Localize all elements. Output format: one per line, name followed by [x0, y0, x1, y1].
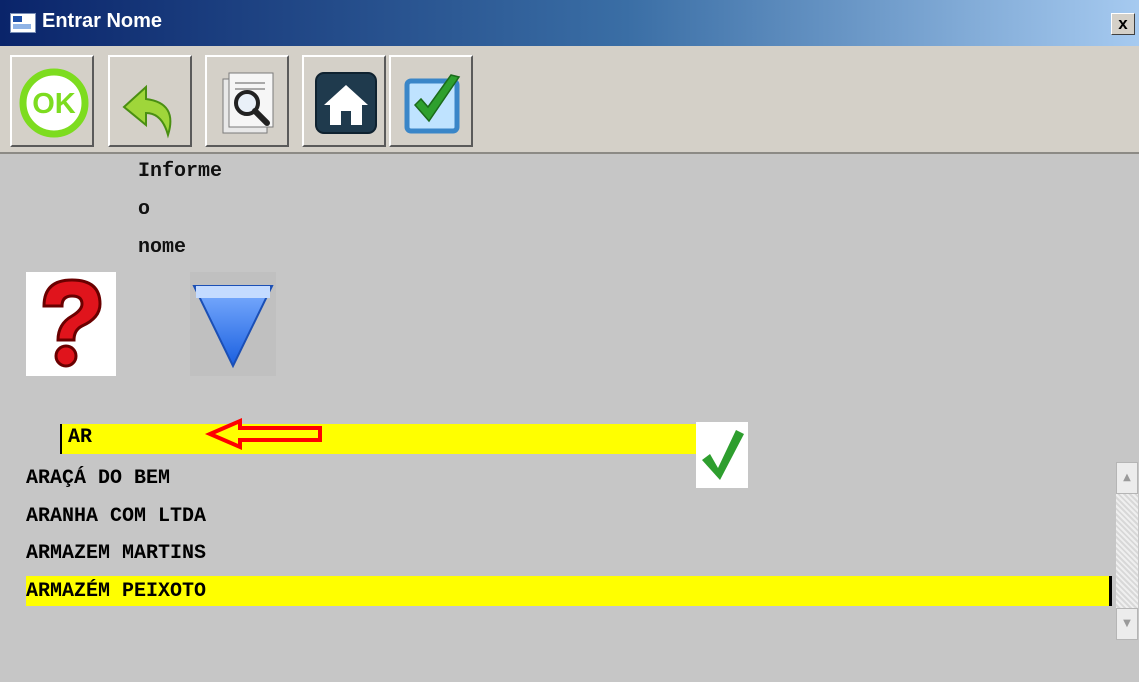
window-title: Entrar Nome	[42, 10, 163, 32]
list-item[interactable]: ARAÇÁ DO BEM	[26, 467, 170, 490]
back-button[interactable]	[108, 55, 192, 147]
scroll-down-button[interactable]: ▼	[1116, 608, 1138, 640]
prompt-line-2: o	[138, 198, 151, 221]
red-arrow-icon	[204, 417, 322, 451]
help-button[interactable]	[26, 272, 116, 376]
home-icon	[315, 72, 377, 134]
list-item[interactable]: ARMAZEM MARTINS	[26, 542, 206, 565]
search-button[interactable]	[205, 55, 289, 147]
confirm-check[interactable]	[696, 422, 748, 488]
prompt-line-1: Informe	[138, 160, 223, 183]
question-mark-icon	[42, 278, 102, 368]
scrollbar[interactable]: ▲ ▼	[1116, 462, 1138, 640]
ok-button[interactable]: OK	[10, 55, 94, 147]
svg-text:OK: OK	[32, 88, 76, 120]
list-item[interactable]: ARANHA COM LTDA	[26, 505, 206, 528]
search-document-icon	[222, 72, 274, 134]
green-check-icon	[702, 430, 744, 480]
name-input-value: AR	[68, 426, 93, 449]
title-bar: Entrar Nome x	[0, 0, 1139, 46]
close-button[interactable]: x	[1111, 13, 1135, 35]
ok-icon: OK	[19, 68, 89, 138]
home-button[interactable]	[302, 55, 386, 147]
list-item-selected[interactable]: ARMAZÉM PEIXOTO	[26, 580, 206, 603]
back-arrow-icon	[122, 84, 172, 139]
confirm-button[interactable]	[389, 55, 473, 147]
window-icon	[10, 13, 36, 33]
name-input[interactable]: AR	[60, 424, 696, 454]
checkbox-check-icon	[404, 74, 461, 134]
toolbar: OK	[0, 46, 1139, 154]
dropdown-triangle-icon	[192, 285, 274, 369]
scroll-up-button[interactable]: ▲	[1116, 462, 1138, 494]
prompt-line-3: nome	[138, 236, 187, 259]
dropdown-button[interactable]	[190, 272, 276, 376]
